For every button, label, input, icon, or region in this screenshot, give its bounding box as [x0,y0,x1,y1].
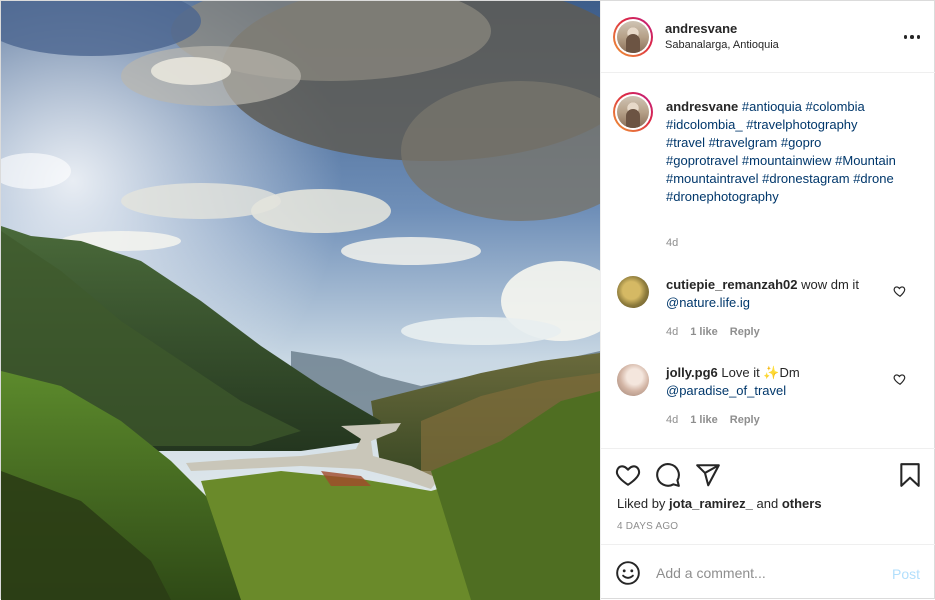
liked-by-prefix: Liked by [617,496,666,511]
avatar[interactable] [613,17,653,57]
smiley-icon[interactable] [615,560,641,586]
add-comment-bar: Post [601,544,935,600]
liked-by-conj: and [756,496,779,511]
comment-meta: 4d 1 like Reply [666,414,760,426]
post-author-username[interactable]: andresvane [665,21,737,36]
mountain-valley-landscape-image [1,1,600,600]
post-location[interactable]: Sabanalarga, Antioquia [665,39,779,51]
hashtag[interactable]: #goprotravel [666,153,738,168]
comment-body: Love it [721,365,760,380]
reply-button[interactable]: Reply [730,326,760,338]
hashtag[interactable]: #gopro [781,135,821,150]
post-timestamp[interactable]: 4 DAYS AGO [617,521,678,532]
reply-button[interactable]: Reply [730,414,760,426]
instagram-post: andresvane Sabanalarga, Antioquia andres… [0,0,935,600]
add-comment-input[interactable] [656,559,876,587]
caption-timestamp[interactable]: 4d [666,237,678,249]
caption-text: andresvane #antioquia #colombia #idcolom… [666,98,896,206]
bookmark-icon[interactable] [897,462,923,488]
post-header: andresvane Sabanalarga, Antioquia [601,1,935,73]
comment-avatar[interactable] [617,364,649,396]
post-sidebar: andresvane Sabanalarga, Antioquia andres… [600,1,935,600]
heart-icon[interactable] [615,462,641,488]
comment-likes[interactable]: 1 like [690,414,718,426]
hashtag[interactable]: #Mountain [835,153,896,168]
comment-text: cutiepie_remanzah02 wow dm it @nature.li… [666,276,881,312]
comment-mention[interactable]: @paradise_of_travel [666,383,786,398]
caption-avatar[interactable] [613,92,653,132]
comment-time[interactable]: 4d [666,414,678,426]
liked-by-text: Liked by jota_ramirez_ and others [617,496,822,511]
comment-body: wow dm it [801,277,859,292]
hashtag[interactable]: #drone [853,171,893,186]
comment-username[interactable]: jolly.pg6 [666,365,718,380]
comment-meta: 4d 1 like Reply [666,326,760,338]
liked-by-user[interactable]: jota_ramirez_ [669,496,753,511]
hashtag[interactable]: #dronestagram [762,171,849,186]
post-actions: Liked by jota_ramirez_ and others 4 DAYS… [601,450,935,544]
comment-avatar[interactable] [617,276,649,308]
heart-icon[interactable] [893,284,907,298]
heart-icon[interactable] [893,372,907,386]
liked-by-others[interactable]: others [782,496,822,511]
sparkles-emoji: ✨ [763,365,780,380]
hashtag[interactable]: #antioquia [742,99,802,114]
post-photo[interactable] [1,1,600,600]
comment-text: jolly.pg6 Love it ✨Dm @paradise_of_trave… [666,364,881,400]
comment-icon[interactable] [655,462,681,488]
paper-plane-icon[interactable] [695,462,721,488]
hashtag[interactable]: #colombia [806,99,865,114]
comment-mention[interactable]: @nature.life.ig [666,295,750,310]
post-comment-button[interactable]: Post [892,566,920,582]
hashtag[interactable]: #travelphotography [746,117,857,132]
caption-username[interactable]: andresvane [666,99,738,114]
comment-username[interactable]: cutiepie_remanzah02 [666,277,798,292]
hashtag[interactable]: #travel [666,135,705,150]
hashtag[interactable]: #travelgram [709,135,778,150]
comment-likes[interactable]: 1 like [690,326,718,338]
hashtag[interactable]: #idcolombia_ [666,117,743,132]
hashtag[interactable]: #mountaintravel [666,171,759,186]
comment-time[interactable]: 4d [666,326,678,338]
more-options-icon[interactable] [902,27,922,47]
hashtag[interactable]: #mountainwiew [742,153,832,168]
comment-body-suffix: Dm [779,365,800,380]
comments-section: andresvane #antioquia #colombia #idcolom… [601,74,935,449]
hashtag[interactable]: #dronephotography [666,189,779,204]
